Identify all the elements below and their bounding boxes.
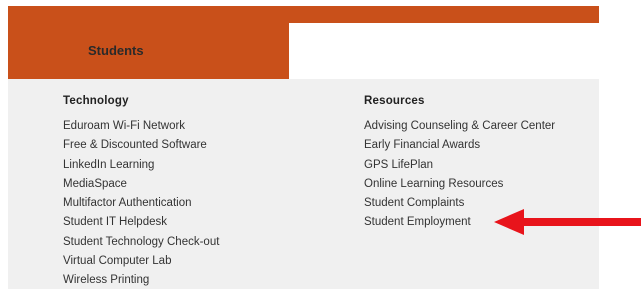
resources-heading: Resources <box>364 95 425 107</box>
link-mediaspace[interactable]: MediaSpace <box>63 175 219 194</box>
tab-students-label: Students <box>88 43 144 58</box>
red-arrow-left-icon <box>494 209 641 235</box>
technology-column: Technology Eduroam Wi-Fi Network Free & … <box>63 94 219 291</box>
technology-heading: Technology <box>63 95 129 107</box>
link-online-learning[interactable]: Online Learning Resources <box>364 175 555 194</box>
link-linkedin-learning[interactable]: LinkedIn Learning <box>63 156 219 175</box>
technology-links: Eduroam Wi-Fi Network Free & Discounted … <box>63 117 219 291</box>
link-tech-checkout[interactable]: Student Technology Check-out <box>63 233 219 252</box>
link-gps-lifeplan[interactable]: GPS LifePlan <box>364 156 555 175</box>
link-advising[interactable]: Advising Counseling & Career Center <box>364 117 555 136</box>
link-eduroam[interactable]: Eduroam Wi-Fi Network <box>63 117 219 136</box>
link-wireless-printing[interactable]: Wireless Printing <box>63 271 219 290</box>
link-it-helpdesk[interactable]: Student IT Helpdesk <box>63 213 219 232</box>
link-financial-awards[interactable]: Early Financial Awards <box>364 136 555 155</box>
link-multifactor[interactable]: Multifactor Authentication <box>63 194 219 213</box>
header-bar <box>8 6 599 23</box>
link-virtual-lab[interactable]: Virtual Computer Lab <box>63 252 219 271</box>
link-free-software[interactable]: Free & Discounted Software <box>63 136 219 155</box>
tab-students[interactable]: Students <box>8 23 289 79</box>
tab-area-blank <box>289 23 599 79</box>
